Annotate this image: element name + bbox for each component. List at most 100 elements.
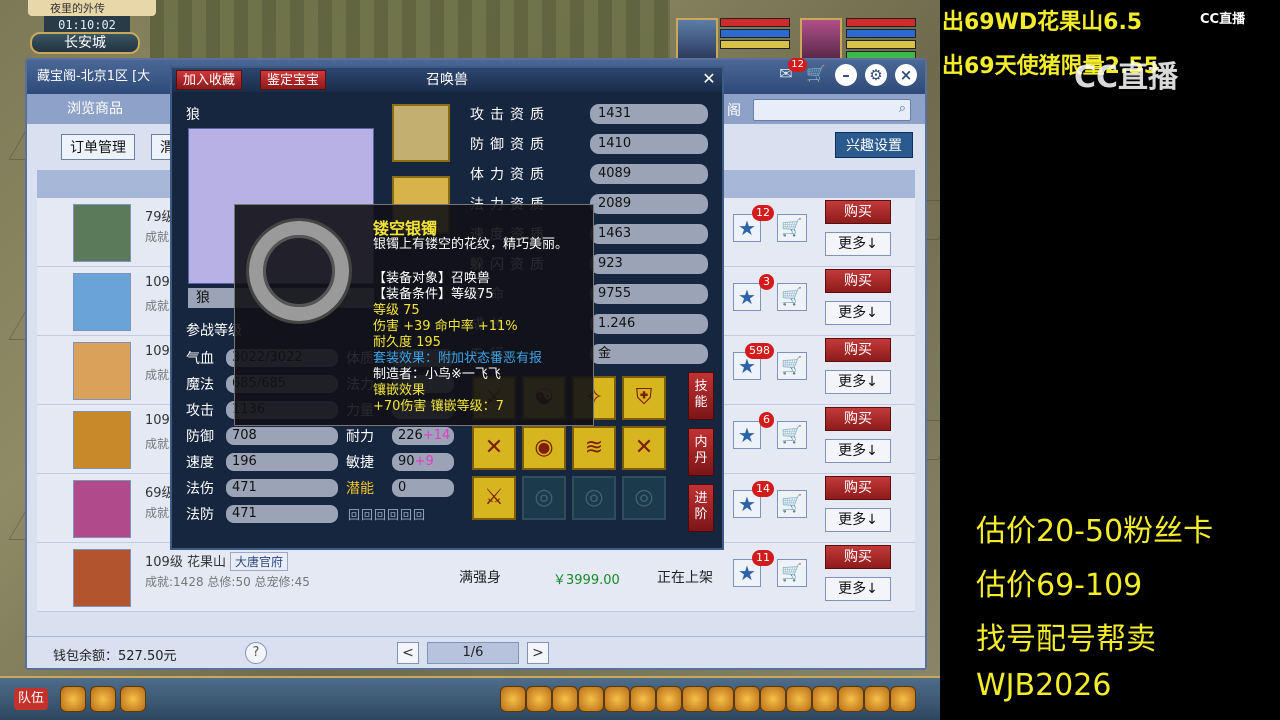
appraise-pet-button[interactable]: 鉴定宝宝 [260, 70, 327, 90]
more-dropdown-button[interactable]: 更多↓ [825, 439, 891, 463]
character-avatar[interactable] [73, 411, 131, 469]
skill-icon[interactable]: ◉ [522, 426, 566, 470]
buy-button[interactable]: 购买 [825, 338, 891, 362]
add-favorite-button[interactable]: 加入收藏 [176, 70, 243, 90]
character-avatar[interactable] [73, 273, 131, 331]
mail-icon[interactable] [552, 686, 578, 712]
skill-icon[interactable]: ⛨ [622, 376, 666, 420]
flag-icon[interactable] [734, 686, 760, 712]
overlay-price-2: 估价69-109 [976, 568, 1143, 603]
minimize-icon[interactable]: – [835, 64, 857, 86]
favorite-star-icon[interactable]: ★ 14 [733, 481, 774, 518]
empty-skill-slot[interactable]: ◎ [522, 476, 566, 520]
friend-icon[interactable] [708, 686, 734, 712]
add-to-cart-icon[interactable]: 🛒 [777, 559, 807, 587]
more-dropdown-button[interactable]: 更多↓ [825, 577, 891, 601]
gear-icon[interactable]: ⚙ [865, 64, 887, 86]
character-achievements: 成就 [145, 368, 170, 382]
search-input[interactable]: ⌕ [753, 99, 911, 121]
sword-icon[interactable] [500, 686, 526, 712]
character-avatar[interactable] [73, 342, 131, 400]
character-avatar[interactable] [73, 204, 131, 262]
more-dropdown-button[interactable]: 更多↓ [825, 370, 891, 394]
aptitude-label: 体力资质 [470, 167, 550, 183]
add-to-cart-icon[interactable]: 🛒 [777, 283, 807, 311]
add-to-cart-icon[interactable]: 🛒 [777, 214, 807, 242]
cart-icon[interactable]: 🛒 [805, 64, 827, 84]
tab-advance[interactable]: 进阶 [688, 484, 714, 532]
player-portrait[interactable] [800, 18, 842, 60]
character-avatar[interactable] [73, 549, 131, 607]
favorite-star-icon[interactable]: ★ 6 [733, 412, 774, 449]
anger-bar [846, 40, 916, 49]
empty-skill-slot[interactable]: ◎ [622, 476, 666, 520]
settings-icon[interactable] [890, 686, 916, 712]
sect-icon[interactable] [682, 686, 708, 712]
more-dropdown-button[interactable]: 更多↓ [825, 232, 891, 256]
add-to-cart-icon[interactable]: 🛒 [777, 421, 807, 449]
empty-skill-slot[interactable]: ◎ [572, 476, 616, 520]
order-management-button[interactable]: 订单管理 [61, 134, 135, 160]
favorite-star-icon[interactable]: ★ 11 [733, 550, 774, 587]
stat-label: 速度 [186, 455, 214, 471]
moon-icon[interactable] [812, 686, 838, 712]
bell-icon[interactable] [760, 686, 786, 712]
location-panel: 夜里的外传 01:10:02 长安城 [0, 0, 170, 62]
buy-button[interactable]: 购买 [825, 476, 891, 500]
pet-icon[interactable] [120, 686, 146, 712]
favorite-star-icon[interactable]: ★ 598 [733, 343, 774, 380]
tooltip-damage: 伤害 +39 命中率 +11% [373, 319, 518, 334]
emote-icon[interactable] [838, 686, 864, 712]
equip-slot-ring[interactable] [392, 104, 450, 162]
nav-favorites[interactable]: 阁 [727, 100, 741, 120]
favorite-star-icon[interactable]: ★ 3 [733, 274, 774, 311]
item-highlight: 满强身 [459, 570, 501, 586]
skill-icon[interactable]: ✕ [472, 426, 516, 470]
buy-button[interactable]: 购买 [825, 407, 891, 431]
search-icon[interactable]: ⌕ [899, 101, 906, 116]
tab-inner-elixir[interactable]: 内丹 [688, 428, 714, 476]
message-icon[interactable]: ✉ 12 [775, 58, 807, 84]
treasure-icon[interactable] [526, 686, 552, 712]
more-dropdown-button[interactable]: 更多↓ [825, 508, 891, 532]
tab-skills[interactable]: 技能 [688, 372, 714, 420]
location-tab[interactable]: 夜里的外传 [28, 0, 156, 16]
aptitude-value: 1410 [590, 134, 708, 154]
buy-button[interactable]: 购买 [825, 545, 891, 569]
character-avatar[interactable] [73, 480, 131, 538]
city-name[interactable]: 长安城 [30, 32, 140, 54]
shop-footer: 钱包余额：527.50元 ? < 1/6 > [27, 636, 925, 668]
skill-icon[interactable]: ⚔ [472, 476, 516, 520]
character-level-text: 109 [145, 275, 170, 290]
gift-icon[interactable] [630, 686, 656, 712]
team-button[interactable]: 队伍 [14, 688, 49, 710]
close-icon[interactable]: ✕ [700, 70, 718, 88]
character-level-server: 109 [145, 275, 170, 290]
message-badge: 12 [788, 58, 807, 72]
next-page-button[interactable]: > [527, 642, 549, 664]
help-icon[interactable]: ? [245, 642, 267, 664]
favorite-star-icon[interactable]: ★ 12 [733, 205, 774, 242]
skill-icon[interactable]: ✕ [622, 426, 666, 470]
skill-icon[interactable]: ≋ [572, 426, 616, 470]
more-dropdown-button[interactable]: 更多↓ [825, 301, 891, 325]
chat-icon[interactable] [90, 686, 116, 712]
cc-live-watermark-small: CC直播 [1200, 12, 1246, 27]
aptitude-label: 攻击资质 [470, 107, 550, 123]
add-to-cart-icon[interactable]: 🛒 [777, 352, 807, 380]
buy-button[interactable]: 购买 [825, 200, 891, 224]
bag-icon[interactable] [604, 686, 630, 712]
team-icon[interactable] [578, 686, 604, 712]
add-to-cart-icon[interactable]: 🛒 [777, 490, 807, 518]
voice-icon[interactable] [60, 686, 86, 712]
stat-label: 防御 [186, 429, 214, 445]
buy-button[interactable]: 购买 [825, 269, 891, 293]
mask-icon[interactable] [864, 686, 890, 712]
peach-icon[interactable] [786, 686, 812, 712]
prev-page-button[interactable]: < [397, 642, 419, 664]
pet-portrait[interactable] [676, 18, 718, 60]
close-icon[interactable]: × [895, 64, 917, 86]
nav-browse-goods[interactable]: 浏览商品 [67, 98, 123, 118]
interest-settings-button[interactable]: 兴趣设置 [835, 132, 913, 158]
book-icon[interactable] [656, 686, 682, 712]
